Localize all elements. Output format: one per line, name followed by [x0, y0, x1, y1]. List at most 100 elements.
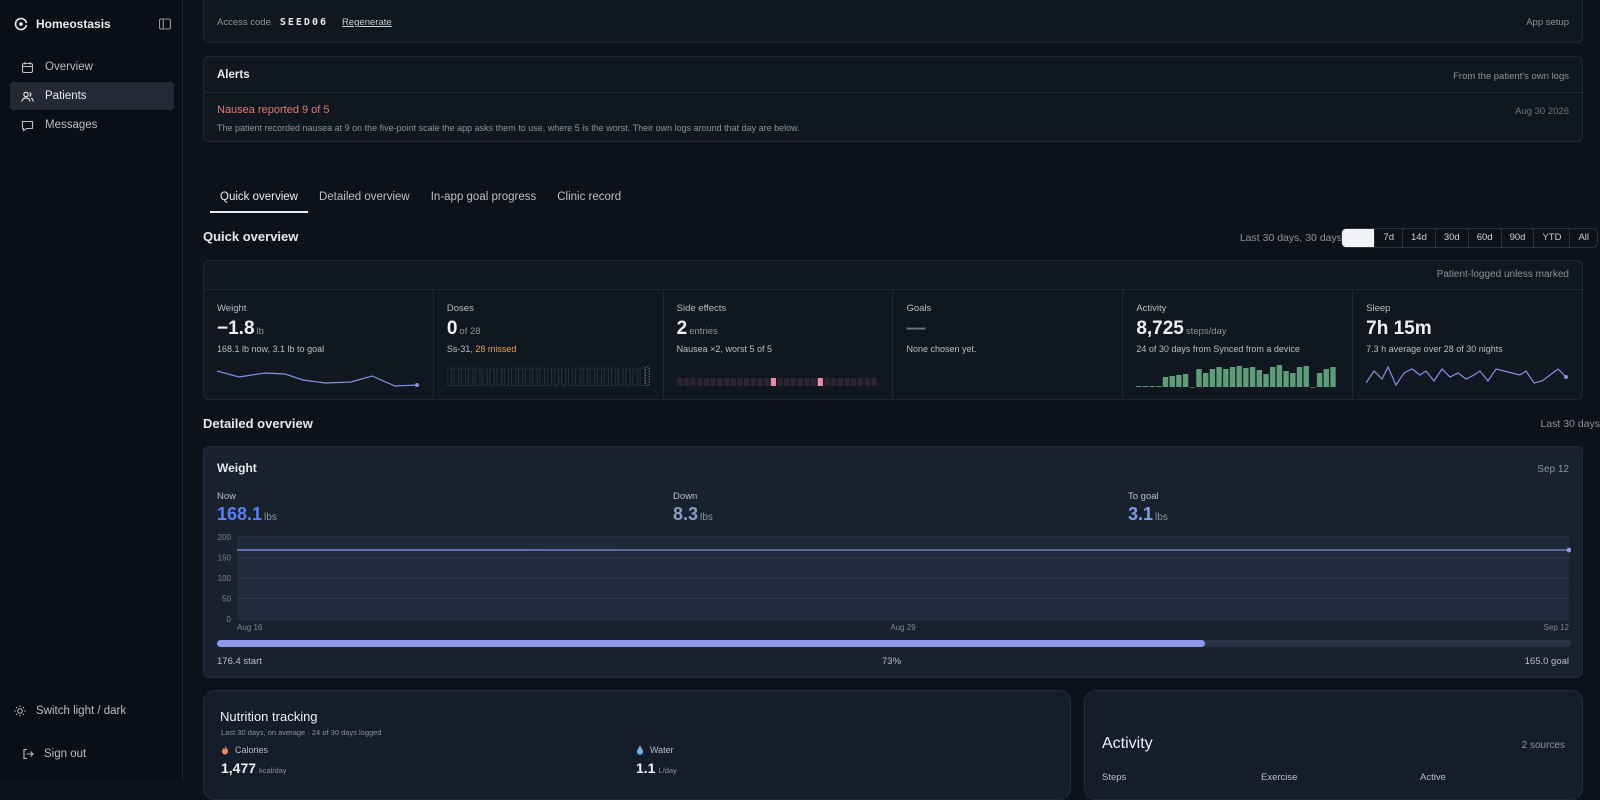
regenerate-link[interactable]: Regenerate	[342, 17, 392, 28]
calories-label: Calories	[235, 745, 268, 755]
activity-value: 8,725	[1136, 318, 1184, 339]
sidebar-item-label: Patients	[45, 90, 87, 102]
doses-label: Doses	[447, 303, 650, 314]
nutrition-card: Nutrition tracking Last 30 days, on aver…	[203, 690, 1071, 800]
alerts-card: Alerts From the patient's own logs Nause…	[203, 56, 1583, 142]
side-effect-day	[817, 378, 822, 386]
users-icon	[21, 90, 34, 103]
weight-summary[interactable]: Weight −1.8lb 168.1 lb now, 3.1 lb to go…	[204, 290, 434, 399]
side-effect-day	[730, 378, 735, 386]
steps-bar	[1217, 367, 1222, 387]
quick-note: Patient-logged unless marked	[1437, 269, 1569, 280]
range-option[interactable]: All	[1569, 229, 1597, 247]
steps-bar	[1203, 373, 1208, 387]
sign-out-button[interactable]: Sign out	[22, 748, 86, 760]
side-effect-day	[770, 378, 775, 386]
dose-slot	[576, 368, 580, 386]
side-effect-day	[777, 378, 782, 386]
weight-card-date: Sep 12	[1537, 464, 1569, 475]
side-effect-day	[811, 378, 816, 386]
sign-out-icon	[22, 748, 34, 760]
dose-slot	[497, 368, 501, 386]
quick-overview-card: Patient-logged unless marked Weight −1.8…	[203, 260, 1583, 400]
dose-slot	[597, 368, 601, 386]
side-effect-day	[784, 378, 789, 386]
dose-slot	[561, 368, 565, 386]
tab-detailed-overview[interactable]: Detailed overview	[309, 187, 420, 213]
steps-bar	[1284, 371, 1289, 387]
range-option-selected[interactable]: 30d	[1342, 229, 1374, 247]
activity-summary[interactable]: Activity 8,725steps/day 24 of 30 days fr…	[1123, 290, 1353, 399]
dose-slot	[447, 368, 451, 386]
side-effect-day	[703, 378, 708, 386]
sleep-summary[interactable]: Sleep 7h 15m 7.3 h average over 28 of 30…	[1353, 290, 1582, 399]
sidebar-item-messages[interactable]: Messages	[10, 111, 174, 139]
sidebar-item-label: Overview	[45, 61, 93, 73]
doses-summary[interactable]: Doses 0of 28 Ss-31, 28 missed	[434, 290, 664, 399]
x-tick-label: Aug 16	[237, 623, 263, 632]
side-effects-value: 2	[677, 318, 688, 339]
doses-unit: of 28	[459, 326, 480, 337]
calories-unit: kcal/day	[259, 766, 287, 775]
side-effect-day	[837, 378, 842, 386]
activity-col-exercise: Exercise	[1261, 772, 1297, 783]
app-setup-link[interactable]: App setup	[1526, 17, 1569, 28]
stat-unit: lbs	[264, 512, 277, 523]
goals-summary[interactable]: Goals — None chosen yet.	[893, 290, 1123, 399]
tab-goal-progress[interactable]: In-app goal progress	[421, 187, 546, 213]
goals-label: Goals	[906, 303, 1109, 314]
sidebar-item-overview[interactable]: Overview	[10, 53, 174, 81]
side-effect-day	[871, 378, 876, 386]
water-unit: L/day	[658, 766, 676, 775]
range-option[interactable]: YTD	[1533, 229, 1569, 247]
dose-slot	[461, 368, 465, 386]
alert-title: Nausea reported 9 of 5	[217, 104, 330, 116]
alerts-title: Alerts	[217, 69, 250, 81]
sun-icon	[14, 705, 26, 717]
range-option[interactable]: 30d	[1435, 229, 1468, 247]
range-option[interactable]: 7d	[1374, 229, 1402, 247]
side-effect-day	[677, 378, 682, 386]
stat-label: Now	[217, 491, 277, 502]
dose-slot	[611, 368, 615, 386]
range-option[interactable]: 14d	[1402, 229, 1435, 247]
side-effect-day	[744, 378, 749, 386]
alert-date: Aug 30 2026	[1515, 106, 1569, 117]
side-effect-day	[724, 378, 729, 386]
dose-slot	[490, 368, 494, 386]
range-option[interactable]: 60d	[1468, 229, 1501, 247]
steps-bar	[1277, 365, 1282, 387]
steps-bar	[1250, 367, 1255, 387]
stat-value: 3.1	[1128, 504, 1153, 524]
side-effects-summary[interactable]: Side effects 2entries Nausea ×2, worst 5…	[664, 290, 894, 399]
doses-missed: 28 missed	[475, 344, 516, 354]
flame-icon	[221, 745, 229, 755]
side-effect-day	[764, 378, 769, 386]
side-effect-day	[844, 378, 849, 386]
steps-bar	[1190, 387, 1195, 388]
x-tick-label: Aug 29	[890, 623, 916, 632]
tab-quick-overview[interactable]: Quick overview	[210, 187, 308, 213]
tab-clinic-record[interactable]: Clinic record	[547, 187, 631, 213]
alert-text: The patient recorded nausea at 9 on the …	[217, 123, 800, 133]
access-code-label: Access code	[217, 17, 271, 28]
sidebar-toggle-icon[interactable]	[158, 17, 172, 31]
theme-toggle[interactable]: Switch light / dark	[14, 705, 126, 717]
sleep-sub: 7.3 h average over 28 of 30 nights	[1366, 344, 1569, 354]
side-effects-label: Side effects	[677, 303, 880, 314]
weight-card-title: Weight	[217, 461, 257, 475]
sidebar-item-patients[interactable]: Patients	[10, 82, 174, 110]
progress-percent: 73%	[882, 656, 901, 667]
steps-bar	[1156, 386, 1161, 387]
steps-bar	[1317, 373, 1322, 387]
steps-bar	[1257, 370, 1262, 387]
range-selector: 30d 7d 14d 30d 60d 90d YTD All	[1341, 228, 1598, 248]
weight-down: Down 8.3lbs	[673, 491, 713, 525]
dose-slot	[525, 368, 529, 386]
steps-chart	[1136, 363, 1339, 389]
dose-slot	[626, 368, 630, 386]
steps-bar	[1270, 367, 1275, 387]
range-option[interactable]: 90d	[1501, 229, 1534, 247]
homeostasis-logo-icon	[14, 17, 28, 31]
side-effects-sub: Nausea ×2, worst 5 of 5	[677, 344, 880, 354]
